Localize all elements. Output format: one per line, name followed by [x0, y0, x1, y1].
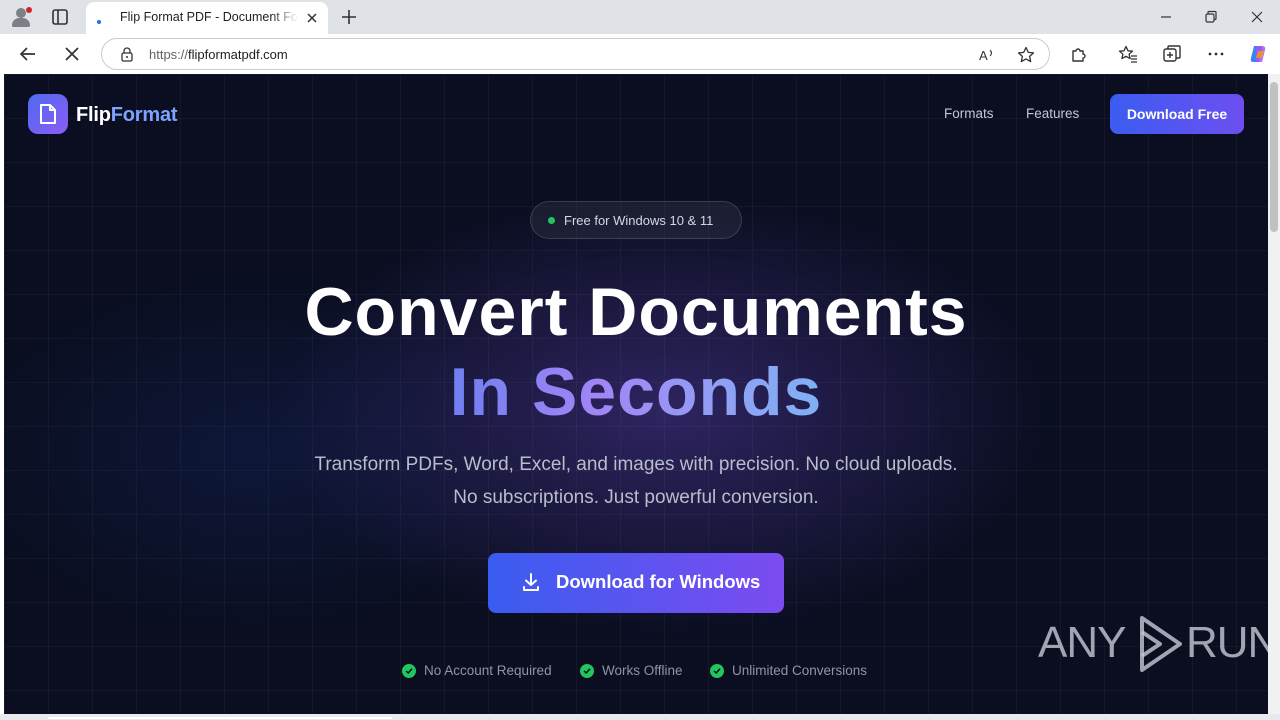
favorites-icon[interactable] — [1117, 43, 1139, 65]
copilot-icon[interactable] — [1247, 43, 1269, 65]
hero-subtitle-line1: Transform PDFs, Word, Excel, and images … — [314, 454, 958, 475]
window-bottom-edge — [0, 714, 1280, 720]
document-icon — [40, 104, 56, 124]
download-icon — [523, 573, 539, 591]
hero-title-line1: Convert Documents — [304, 274, 968, 350]
feature-label: Unlimited Conversions — [732, 663, 868, 678]
loading-icon — [97, 20, 101, 24]
status-dot — [548, 217, 555, 224]
address-input[interactable]: https://flipformatpdf.com A — [101, 38, 1050, 70]
check-icon — [402, 664, 416, 678]
lock-icon[interactable] — [119, 46, 135, 62]
active-tab[interactable]: Flip Format PDF - Document Format Conver… — [86, 2, 328, 34]
back-icon[interactable] — [16, 42, 40, 66]
read-aloud-icon[interactable]: A — [977, 45, 997, 65]
logo-wordmark[interactable]: FlipFormat — [76, 104, 178, 127]
svg-text:A: A — [979, 48, 988, 63]
stop-icon[interactable] — [60, 42, 84, 66]
platform-badge: Free for Windows 10 & 11 — [530, 201, 742, 239]
download-free-button[interactable]: Download Free — [1110, 94, 1244, 134]
minimize-icon[interactable] — [1155, 6, 1177, 28]
page-viewport: FlipFormat Formats Features Download Fre… — [4, 74, 1268, 714]
site-header: FlipFormat Formats Features Download Fre… — [4, 74, 1268, 154]
url-text: https://flipformatpdf.com — [149, 47, 288, 62]
collections-icon[interactable] — [1161, 43, 1183, 65]
feature-label: No Account Required — [424, 663, 552, 678]
play-logo-icon — [1140, 616, 1182, 672]
check-icon — [580, 664, 594, 678]
anyrun-watermark: ANY RUN — [1038, 608, 1268, 672]
logo[interactable] — [28, 94, 68, 134]
extensions-icon[interactable] — [1068, 43, 1090, 65]
nav-link-formats[interactable]: Formats — [944, 106, 994, 121]
watermark-text-left: ANY — [1038, 618, 1126, 667]
plus-icon[interactable] — [338, 6, 360, 28]
platform-badge-text: Free for Windows 10 & 11 — [564, 213, 714, 228]
profile-icon[interactable] — [8, 5, 34, 29]
feature-label: Works Offline — [602, 663, 683, 678]
hero-subtitle-line2: No subscriptions. Just powerful conversi… — [453, 487, 819, 508]
address-bar-row: https://flipformatpdf.com A — [0, 34, 1280, 74]
star-icon[interactable] — [1016, 45, 1036, 65]
hero-title-line2: In Seconds — [449, 354, 823, 430]
check-icon — [710, 664, 724, 678]
more-icon[interactable] — [1205, 43, 1227, 65]
close-icon[interactable] — [304, 10, 320, 26]
restore-icon[interactable] — [1200, 6, 1222, 28]
watermark-text-right: RUN — [1186, 618, 1268, 667]
download-windows-label: Download for Windows — [556, 571, 761, 592]
scrollbar-thumb[interactable] — [1270, 82, 1278, 232]
close-window-icon[interactable] — [1246, 6, 1268, 28]
loading-bar — [48, 717, 392, 719]
tab-actions-icon[interactable] — [48, 6, 72, 28]
download-windows-button[interactable]: Download for Windows — [488, 553, 784, 613]
tab-strip: Flip Format PDF - Document Format Conver… — [0, 0, 1280, 34]
tab-title: Flip Format PDF - Document Format Conver… — [120, 10, 298, 24]
nav-link-features[interactable]: Features — [1026, 106, 1079, 121]
